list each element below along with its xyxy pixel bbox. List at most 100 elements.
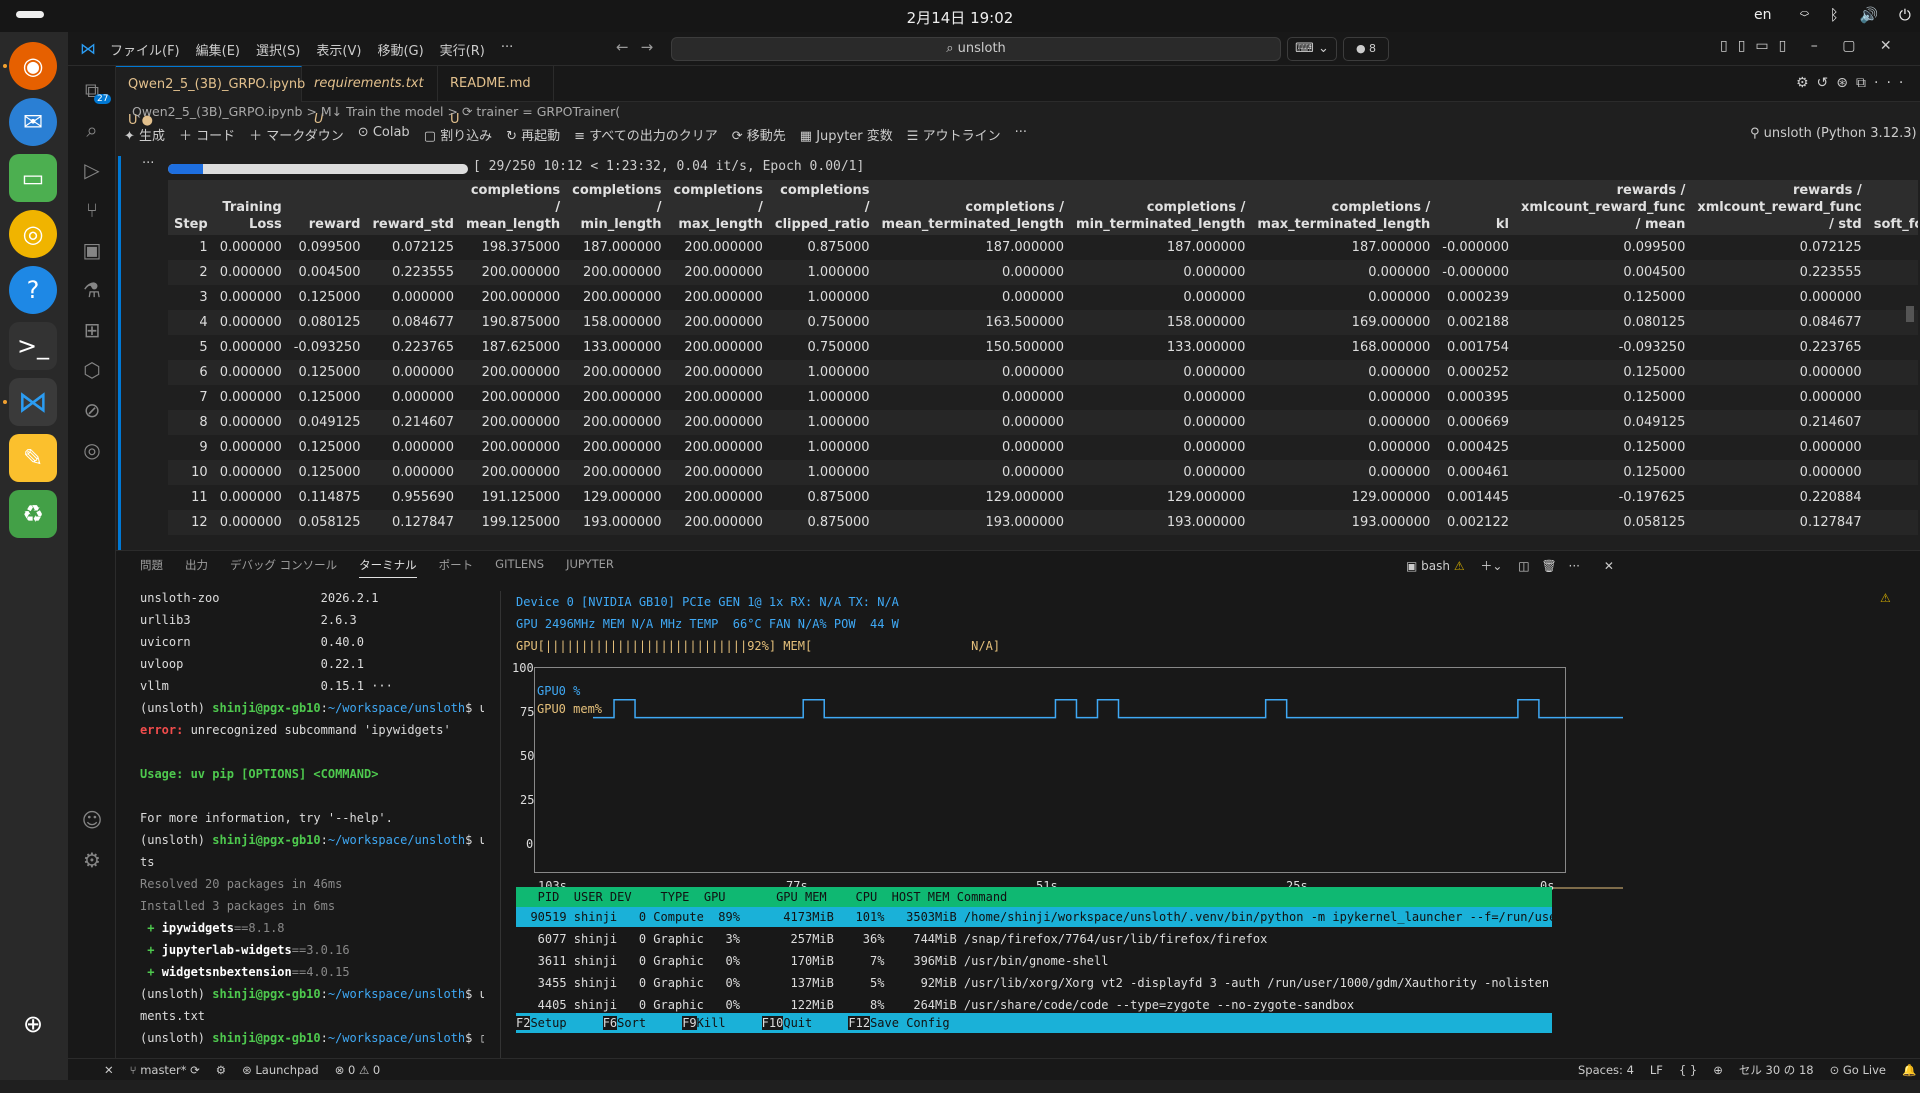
terminal-warning-icon[interactable]: ⚠ [1880, 591, 1891, 605]
menu-go[interactable]: 移動(G) [377, 40, 423, 59]
process-row[interactable]: 6077 shinji 0 Graphic 3% 257MiB 36% 744M… [516, 929, 1552, 949]
process-row[interactable]: 90519 shinji 0 Compute 89% 4173MiB 101% … [516, 907, 1552, 927]
terminal-shell-icon[interactable]: ▣ bash ⚠ [1406, 559, 1465, 573]
files-icon[interactable]: ▭ [9, 154, 57, 202]
nav-arrows[interactable]: ←→ [616, 38, 665, 56]
add-markdown-button[interactable]: ＋ マークダウン [249, 125, 344, 147]
breadcrumb[interactable]: Qwen2_5_(3B)_GRPO.ipynb > M↓ Train the m… [132, 104, 620, 119]
tab-jupyter[interactable]: JUPYTER [566, 557, 614, 578]
gpu-usage-graph: GPU0 % GPU0 mem% [534, 667, 1623, 889]
containers-icon[interactable]: ⬡ [78, 356, 106, 384]
rhythmbox-icon[interactable]: ◎ [9, 210, 57, 258]
menu-view[interactable]: 表示(V) [316, 40, 361, 59]
text-editor-icon[interactable]: ✎ [9, 434, 57, 482]
tab-ports[interactable]: ポート [439, 557, 474, 578]
tab-problems[interactable]: 問題 [140, 557, 163, 578]
remote-indicator[interactable]: ✕ [104, 1059, 114, 1081]
table-cell: 9 [199, 440, 208, 455]
kill-terminal-icon[interactable]: 🗑 [1541, 559, 1556, 573]
copilot-icon[interactable]: ⊕ [1713, 1059, 1723, 1081]
help-icon[interactable]: ? [9, 266, 57, 314]
extensions-icon[interactable]: ⊞ [78, 316, 106, 344]
table-cell: 0.114875 [298, 490, 361, 505]
add-code-button[interactable]: ＋ コード [179, 125, 235, 147]
search-icon[interactable]: ⌕ [78, 116, 106, 144]
indentation[interactable]: Spaces: 4 [1578, 1059, 1634, 1081]
fkey-action[interactable]: Quit [783, 1016, 848, 1030]
problems-count[interactable]: ⊗ 0 ⚠ 0 [335, 1059, 381, 1081]
notifications-badge[interactable]: ● 8 [1343, 37, 1389, 61]
new-terminal-button[interactable]: ＋⌄ [1480, 559, 1502, 573]
nvtop-terminal[interactable]: Device 0 [NVIDIA GB10] PCIe GEN 1@ 1x RX… [512, 587, 1856, 1075]
editor-scrollbar[interactable] [1906, 306, 1914, 322]
menu-more[interactable]: ··· [501, 40, 513, 59]
goto-button[interactable]: ⟳ 移動先 [732, 125, 786, 147]
trash-icon[interactable]: ♻ [9, 490, 57, 538]
tab-notebook[interactable]: Qwen2_5_(3B)_GRPO.ipynb U ● [116, 66, 305, 128]
fkey-action[interactable]: Save Config [870, 1016, 986, 1030]
launchpad-button[interactable]: ⊛ Launchpad [242, 1059, 319, 1081]
tab-requirements[interactable]: requirements.txt U [302, 66, 438, 127]
status-extension-icon[interactable]: ⚙ [216, 1059, 226, 1081]
cell-output-menu[interactable]: ··· [142, 156, 154, 171]
terminal-split-divider[interactable] [500, 591, 501, 1071]
fkey-label: F2 [516, 1016, 531, 1030]
process-row[interactable]: 3455 shinji 0 Graphic 0% 137MiB 5% 92MiB… [516, 973, 1552, 993]
tab-readme[interactable]: README.md U [438, 66, 554, 127]
command-center-search[interactable]: ⌕ unsloth [671, 37, 1281, 61]
go-live-button[interactable]: ⊙ Go Live [1830, 1059, 1886, 1081]
input-language[interactable]: en [1754, 7, 1772, 23]
show-apps-icon[interactable]: ⊕ [9, 1000, 57, 1048]
cell-position[interactable]: セル 30 の 18 [1739, 1059, 1814, 1081]
process-row[interactable]: 3611 shinji 0 Graphic 0% 170MiB 7% 396Mi… [516, 951, 1552, 971]
fkey-action[interactable]: Setup [530, 1016, 602, 1030]
tab-terminal[interactable]: ターミナル [359, 557, 417, 578]
menu-run[interactable]: 実行(R) [440, 40, 485, 59]
more-actions-button[interactable]: ··· [1015, 125, 1027, 147]
close-panel-icon[interactable]: ✕ [1604, 559, 1614, 573]
firefox-icon[interactable]: ◉ [9, 42, 57, 90]
clock[interactable]: 2月14日 19:02 [0, 7, 1920, 28]
system-status-icons[interactable]: ⌔ ᛒ 🔊 ⏻ [1800, 6, 1919, 24]
run-debug-icon[interactable]: ▷ [78, 156, 106, 184]
settings-gear-icon[interactable]: ⚙ [78, 846, 106, 874]
line-ending[interactable]: LF [1650, 1059, 1663, 1081]
remote-explorer-icon[interactable]: ▣ [78, 236, 106, 264]
clear-outputs-button[interactable]: ≡ すべての出力のクリア [574, 125, 718, 147]
editor-actions[interactable]: ⚙↺⊛⧉··· [1796, 75, 1911, 91]
generate-button[interactable]: ✦ 生成 [124, 125, 165, 147]
fkey-action[interactable]: Sort [617, 1016, 682, 1030]
more-icon[interactable]: ··· [1569, 559, 1580, 573]
thunderbird-icon[interactable]: ✉ [9, 98, 57, 146]
git-branch[interactable]: ⑂ master* ⟳ [130, 1059, 200, 1081]
terminal-left[interactable]: unsloth-zoo 2026.2.1 urllib3 2.6.3 uvicorn… [140, 587, 484, 1077]
notifications-icon[interactable]: 🔔 [1902, 1059, 1916, 1081]
outline-button[interactable]: ☰ アウトライン [907, 125, 1001, 147]
menu-selection[interactable]: 選択(S) [256, 40, 300, 59]
fkey-action[interactable]: Kill [697, 1016, 762, 1030]
restart-button[interactable]: ↻ 再起動 [506, 125, 560, 147]
chat-button[interactable]: ⌨ ⌄ [1287, 37, 1337, 61]
window-controls[interactable]: ▯▯▭▯ – ▢ ✕ [1720, 38, 1902, 54]
vscode-icon[interactable]: ⋈ [9, 378, 57, 426]
table-row: 4 0.000000 0.080125 0.084677 190.875000 158.0… [168, 310, 1918, 335]
process-row[interactable]: 4405 shinji 0 Graphic 0% 122MiB 8% 264Mi… [516, 995, 1552, 1015]
language-mode[interactable]: { } [1679, 1059, 1697, 1081]
testing-icon[interactable]: ⚗ [78, 276, 106, 304]
split-terminal-button[interactable]: ◫ [1518, 559, 1529, 573]
terminal-icon[interactable]: >_ [9, 322, 57, 370]
jupyter-variables-button[interactable]: ▦ Jupyter 変数 [800, 125, 893, 147]
jupyter-icon[interactable]: ◎ [78, 436, 106, 464]
tab-gitlens[interactable]: GITLENS [495, 557, 544, 578]
account-icon[interactable]: ☺ [78, 806, 106, 834]
menu-file[interactable]: ファイル(F) [110, 40, 180, 59]
source-control-icon[interactable]: ⑂ [78, 196, 106, 224]
menu-edit[interactable]: 編集(E) [196, 40, 240, 59]
kernel-picker[interactable]: ⚲ unsloth (Python 3.12.3) [1750, 126, 1917, 141]
gitlens-icon[interactable]: ⊘ [78, 396, 106, 424]
interrupt-button[interactable]: ▢ 割り込み [424, 125, 492, 147]
table-cell: 200.000000 [684, 240, 763, 255]
tab-debug-console[interactable]: デバッグ コンソール [230, 557, 337, 578]
colab-button[interactable]: ⊙ Colab [358, 125, 410, 147]
tab-output[interactable]: 出力 [185, 557, 208, 578]
